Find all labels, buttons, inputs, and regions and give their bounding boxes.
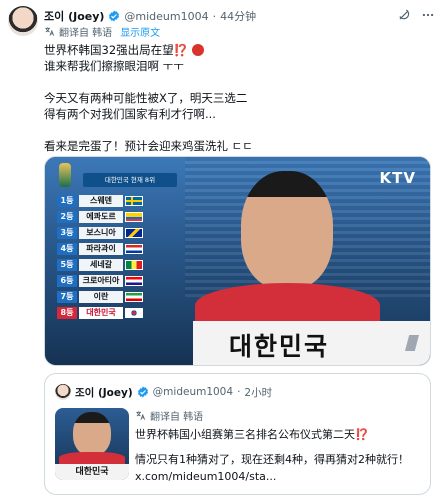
warning-emoji: ⁉️ — [173, 43, 188, 57]
quoted-tweet[interactable]: 조이 (Joey) @mideum1004 · 2小时 대한민국 翻译自 韩语 … — [44, 373, 431, 495]
korea-flag-icon — [125, 308, 143, 318]
team-name: 이란 — [79, 291, 123, 303]
caption-corner-mark — [405, 335, 419, 351]
rank-number: 7등 — [57, 291, 77, 303]
rank-number: 1등 — [57, 195, 77, 207]
ecuador-flag-icon — [125, 212, 143, 222]
tweet-line-2: 谁来帮我们擦擦眼泪啊 ㅜㅜ — [44, 59, 184, 73]
rank-number: 3등 — [57, 227, 77, 239]
quoted-media-thumbnail[interactable]: 대한민국 — [55, 408, 129, 480]
world-cup-logo — [59, 163, 71, 187]
translated-from-label: 翻译自 韩语 — [59, 27, 113, 39]
paraguay-flag-icon — [125, 244, 143, 254]
thumb-player-face — [73, 412, 111, 456]
quoted-avatar[interactable] — [55, 384, 71, 400]
ranking-header: 대한민국 현재 8위 — [57, 163, 177, 189]
player-photo — [195, 163, 380, 328]
tweet-text: 世界杯韩国32强出局在望⁉️ 谁来帮我们擦擦眼泪啊 ㅜㅜ 今天又有两种可能性被X… — [44, 42, 434, 154]
ranking-title: 대한민국 현재 8위 — [83, 173, 177, 187]
sweden-flag-icon — [125, 196, 143, 206]
broadcaster-logo: KTV — [379, 169, 416, 187]
team-name: 파라과이 — [79, 243, 123, 255]
quoted-timestamp[interactable]: 2小时 — [244, 385, 272, 400]
thumb-caption: 대한민국 — [55, 464, 129, 480]
tweet-line-3 — [44, 74, 434, 90]
team-name: 크로아티아 — [79, 275, 123, 287]
tweet-line-5: 得有两个对我们国家有利才行啊... — [44, 107, 216, 121]
ranking-row-senegal: 5등 세네갈 — [57, 259, 145, 272]
ranking-row-bosnia: 3등 보스니아 — [57, 227, 145, 240]
rank-number: 5등 — [57, 259, 77, 271]
angry-face-emoji — [191, 44, 204, 56]
rank-number: 8등 — [57, 307, 77, 319]
quoted-verified-badge-icon — [137, 386, 148, 398]
header-actions — [397, 8, 435, 22]
grok-icon[interactable] — [397, 8, 411, 22]
team-name: 대한민국 — [79, 307, 123, 319]
tweet-media-image[interactable]: 대한민국 현재 8위 1등 스웨덴 2등 에콰도르 3등 보스니아 4등 파라과이 5등 세네갈 6… — [44, 156, 431, 366]
quoted-header: 조이 (Joey) @mideum1004 · 2小时 — [75, 384, 272, 400]
rank-number: 6등 — [57, 275, 77, 287]
ranking-table: 대한민국 현재 8위 1등 스웨덴 2등 에콰도르 3등 보스니아 4등 파라과이 5등 세네갈 6… — [53, 163, 179, 325]
quoted-text: 世界杯韩国小组赛第三名排名公布仪式第二天⁉️ 情况只有1种猜对了，现在还剩4种，… — [135, 426, 425, 485]
author-name[interactable]: 조이 (Joey) — [44, 8, 104, 24]
tweet-line-7: 看来是完蛋了！预计会迎来鸡蛋洗礼 ㄷㄷ — [44, 139, 253, 153]
more-icon[interactable] — [421, 8, 435, 22]
iran-flag-icon — [125, 292, 143, 302]
ranking-row-croatia: 6등 크로아티아 — [57, 275, 145, 288]
quoted-link[interactable]: x.com/mideum1004/sta... — [135, 468, 425, 485]
verified-badge-icon — [109, 10, 120, 22]
ranking-row-sweden: 1등 스웨덴 — [57, 195, 145, 208]
quoted-author-name[interactable]: 조이 (Joey) — [75, 385, 133, 400]
rank-number: 2등 — [57, 211, 77, 223]
quoted-translated-label: 翻译自 韩语 — [150, 411, 204, 423]
player-face — [241, 171, 333, 289]
ranking-row-iran: 7등 이란 — [57, 291, 145, 304]
team-name: 보스니아 — [79, 227, 123, 239]
dot-separator: · — [212, 9, 217, 23]
show-original-link[interactable]: 显示原文 — [120, 24, 160, 39]
author-handle[interactable]: @mideum1004 — [124, 10, 208, 23]
timestamp[interactable]: 44分钟 — [220, 8, 256, 24]
translate-icon — [45, 26, 55, 36]
team-name: 에콰도르 — [79, 211, 123, 223]
bosnia-flag-icon — [125, 228, 143, 238]
translation-row: 翻译自 韩语 显示原文 — [44, 24, 160, 39]
team-name: 세네갈 — [79, 259, 123, 271]
team-name: 스웨덴 — [79, 195, 123, 207]
tweet-line-4: 今天又有两种可能性被X了，明天三选二 — [44, 91, 248, 105]
quoted-translation-row: 翻译自 韩语 — [135, 408, 204, 423]
tweet-line-1: 世界杯韩国32强出局在望⁉️ — [44, 42, 434, 58]
senegal-flag-icon — [125, 260, 143, 270]
rank-number: 4등 — [57, 243, 77, 255]
quoted-line-1: 世界杯韩国小组赛第三名排名公布仪式第二天⁉️ — [135, 428, 369, 441]
ranking-row-korea: 8등 대한민국 — [57, 307, 145, 320]
croatia-flag-icon — [125, 276, 143, 286]
tweet-header: 조이 (Joey) @mideum1004 · 44分钟 — [44, 8, 435, 24]
quoted-dot-separator: · — [237, 386, 241, 398]
quoted-handle[interactable]: @mideum1004 — [153, 386, 233, 398]
avatar[interactable] — [8, 6, 38, 36]
caption-bar: 대한민국 — [193, 321, 430, 365]
caption-text: 대한민국 — [229, 332, 330, 361]
quoted-translate-icon — [136, 410, 146, 420]
ranking-row-paraguay: 4등 파라과이 — [57, 243, 145, 256]
quoted-line-2: 情况只有1种猜对了，现在还剩4种，得再猜对2种就行！ — [135, 453, 409, 466]
tweet[interactable]: 조이 (Joey) @mideum1004 · 44分钟 翻译自 韩语 显示原文… — [0, 0, 443, 500]
ranking-row-ecuador: 2등 에콰도르 — [57, 211, 145, 224]
tweet-line-6 — [44, 122, 434, 138]
